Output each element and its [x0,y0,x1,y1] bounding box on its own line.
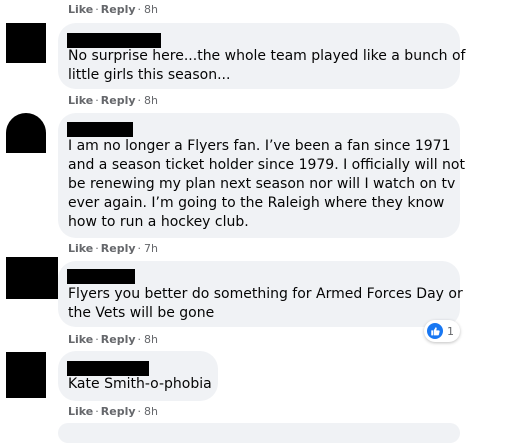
comment-text: No surprise here...the whole team played… [68,47,465,85]
separator: · [95,333,99,346]
comment-actions: Like · Reply · 8h [68,93,158,109]
like-link[interactable]: Like [68,94,93,107]
comment-line: and a season ticket holder since 1979. I… [68,157,465,173]
separator: · [137,242,142,255]
separator: · [137,3,142,16]
avatar[interactable] [6,23,46,63]
comment-bubble [58,423,460,443]
redacted-author-name[interactable] [67,122,133,137]
separator: · [95,3,99,16]
comment-actions: Like · Reply · 8h [68,404,158,420]
comment-line: No surprise here...the whole team played… [68,48,466,64]
avatar[interactable] [6,352,46,398]
redacted-author-name[interactable] [67,269,135,284]
comment-line: ever again. I’m going to the Raleigh whe… [68,195,445,211]
comment-actions: Like · Reply · 7h [68,241,158,257]
reaction-count: 1 [447,324,454,338]
separator: · [95,94,99,107]
comment-text: Flyers you better do something for Armed… [68,285,463,323]
avatar[interactable] [6,113,46,153]
comment-line: little girls this season... [68,67,231,83]
comment-time[interactable]: 7h [144,242,158,255]
like-link[interactable]: Like [68,242,93,255]
comment-time[interactable]: 8h [144,333,158,346]
separator: · [95,405,99,418]
like-icon [427,323,443,339]
comment-text: I am no longer a Flyers fan. I’ve been a… [68,137,465,232]
reply-link[interactable]: Reply [101,333,136,346]
comment-line: be renewing my plan next season nor will… [68,176,456,192]
comment-line: I am no longer a Flyers fan. I’ve been a… [68,138,451,154]
separator: · [137,405,142,418]
comment-time[interactable]: 8h [144,94,158,107]
comment-line: the Vets will be gone [68,305,215,321]
comment-line: how to run a hockey club. [68,214,249,230]
reactions-badge[interactable]: 1 [424,320,460,342]
redacted-author-name[interactable] [67,33,161,48]
separator: · [137,94,142,107]
like-link[interactable]: Like [68,333,93,346]
reply-link[interactable]: Reply [101,94,136,107]
comment-time[interactable]: 8h [144,405,158,418]
comment-line: Flyers you better do something for Armed… [68,286,463,302]
reply-link[interactable]: Reply [101,405,136,418]
comment-text: Kate Smith-o-phobia [68,375,212,394]
comment-actions: Like · Reply · 8h [68,332,158,348]
reply-link[interactable]: Reply [101,3,136,16]
comment-line: Kate Smith-o-phobia [68,376,212,392]
comment-time[interactable]: 8h [144,3,158,16]
comment-actions: Like · Reply · 8h [68,2,158,18]
like-link[interactable]: Like [68,3,93,16]
like-link[interactable]: Like [68,405,93,418]
avatar[interactable] [6,257,58,299]
reply-link[interactable]: Reply [101,242,136,255]
separator: · [95,242,99,255]
redacted-author-name[interactable] [67,361,149,376]
separator: · [137,333,142,346]
